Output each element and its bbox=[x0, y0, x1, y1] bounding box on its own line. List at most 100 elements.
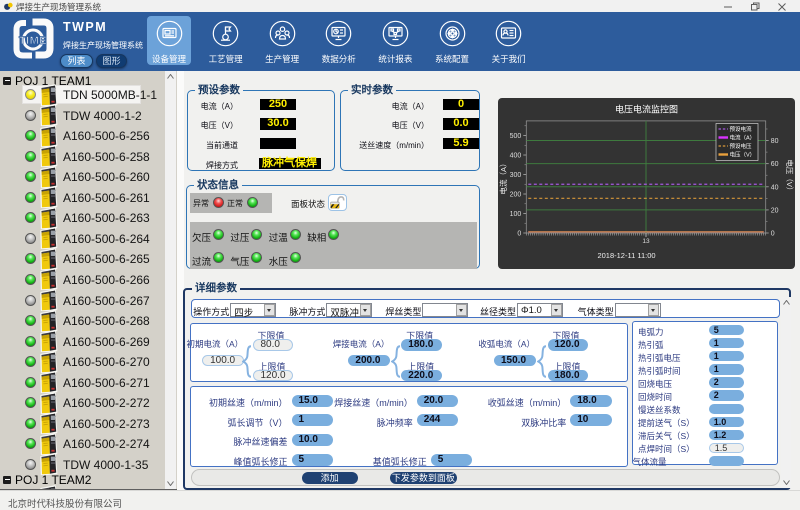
chevron-up-icon bbox=[783, 300, 790, 305]
combo-select-5[interactable] bbox=[615, 303, 661, 317]
close-button[interactable] bbox=[771, 0, 793, 12]
upper-limit-pill[interactable]: 180.0 bbox=[548, 370, 589, 382]
wire-param-pill[interactable]: 1 bbox=[292, 414, 334, 426]
tree-item-A160-500-6-268[interactable]: A160-500-6-268 bbox=[0, 311, 164, 332]
extra-param-pill[interactable]: 5 bbox=[709, 325, 745, 335]
tree-item-A160-500-6-266[interactable]: A160-500-6-266 bbox=[0, 269, 164, 290]
combo-select-4[interactable]: Φ1.0 bbox=[517, 303, 563, 317]
add-button[interactable]: 添加 bbox=[302, 472, 358, 485]
dropdown-arrow-icon[interactable] bbox=[648, 304, 659, 316]
status-led-green bbox=[251, 229, 262, 240]
nav-item-data-analysis[interactable]: 数据分析 bbox=[317, 16, 361, 65]
nav-item-production-manage[interactable]: 生产管理 bbox=[260, 16, 304, 65]
extra-param-pill[interactable]: 1 bbox=[709, 351, 745, 361]
wire-param-pill[interactable]: 5 bbox=[431, 454, 473, 466]
nav-item-label: 生产管理 bbox=[260, 53, 304, 65]
current-value-pill[interactable]: 150.0 bbox=[494, 355, 536, 367]
current-value-pill[interactable]: 200.0 bbox=[348, 355, 390, 367]
scroll-down-button[interactable] bbox=[781, 477, 791, 488]
combo-select-3[interactable] bbox=[422, 303, 468, 317]
extra-param-label: 提前送气（S） bbox=[638, 417, 695, 429]
wire-param-pill[interactable]: 10 bbox=[570, 414, 612, 426]
tree-item-A160-500-6-269[interactable]: A160-500-6-269 bbox=[0, 331, 164, 352]
current-value-pill[interactable]: 100.0 bbox=[202, 355, 244, 367]
tree-item-A160-500-6-258[interactable]: A160-500-6-258 bbox=[0, 146, 164, 167]
wire-param-pill[interactable]: 10.0 bbox=[292, 434, 334, 446]
tree-item-TDN-5000MB-1-1[interactable]: TDN 5000MB-1-1 bbox=[0, 85, 164, 106]
extra-param-pill[interactable]: 2 bbox=[709, 377, 745, 387]
tree-scrollbar[interactable] bbox=[165, 71, 176, 489]
combo-select-1[interactable]: 四步 bbox=[230, 303, 276, 317]
extra-param-pill[interactable]: 2 bbox=[709, 390, 745, 400]
tree-item-A160-500-2-272[interactable]: A160-500-2-272 bbox=[0, 393, 164, 414]
detail-scrollbar[interactable] bbox=[781, 297, 791, 488]
tree-item-A160-500-6-256[interactable]: A160-500-6-256 bbox=[0, 126, 164, 147]
tree-item-A160-500-6-264[interactable]: A160-500-6-264 bbox=[0, 228, 164, 249]
voltage-current-chart: 电压电流监控图010020030040050002040608013电流（A）电… bbox=[498, 98, 795, 269]
wire-param-pill[interactable]: 15.0 bbox=[292, 395, 334, 407]
extra-param-pill[interactable]: 1.5 bbox=[709, 443, 745, 453]
tree-item-TDW-4000-1-2[interactable]: TDW 4000-1-2 bbox=[0, 105, 164, 126]
tree-item-A160-500-6-267[interactable]: A160-500-6-267 bbox=[0, 290, 164, 311]
lower-limit-pill[interactable]: 80.0 bbox=[253, 339, 294, 351]
dropdown-arrow-icon[interactable] bbox=[551, 304, 562, 316]
wire-param-pill[interactable]: 244 bbox=[417, 414, 459, 426]
svg-text:电流（A）: 电流（A） bbox=[730, 134, 756, 142]
status-label: 过压 bbox=[230, 230, 249, 244]
minimize-button[interactable] bbox=[717, 0, 739, 12]
lower-limit-pill[interactable]: 180.0 bbox=[401, 339, 442, 351]
collapse-icon[interactable] bbox=[3, 476, 11, 484]
wire-param-pill[interactable]: 5 bbox=[292, 454, 334, 466]
wire-param-pill[interactable]: 20.0 bbox=[417, 395, 459, 407]
extra-param-pill[interactable]: 1 bbox=[709, 364, 745, 374]
nav-item-about-us[interactable]: 关于我们 bbox=[487, 16, 531, 65]
tree-item-A160-500-6-270[interactable]: A160-500-6-270 bbox=[0, 352, 164, 373]
upper-limit-pill[interactable]: 120.0 bbox=[253, 370, 294, 382]
nav-item-process-manage[interactable]: 工艺管理 bbox=[204, 16, 248, 65]
param-value-display: 5.9 bbox=[443, 138, 479, 150]
extra-param-pill[interactable] bbox=[709, 456, 745, 466]
svg-text:0: 0 bbox=[771, 231, 775, 238]
wire-param-label: 初期丝速（m/min） bbox=[209, 396, 288, 409]
extra-param-pill[interactable]: 1 bbox=[709, 338, 745, 348]
button-strip: 添加 下发参数到面板 bbox=[191, 469, 780, 487]
extra-param-pill[interactable]: 1.2 bbox=[709, 430, 745, 440]
maximize-button[interactable] bbox=[744, 0, 766, 12]
tree-item-A160-500-2-273[interactable]: A160-500-2-273 bbox=[0, 413, 164, 434]
wire-param-label: 峰值弧长修正 bbox=[233, 455, 287, 468]
extra-param-pill[interactable]: 1.0 bbox=[709, 417, 745, 427]
dropdown-arrow-icon[interactable] bbox=[360, 304, 371, 316]
tree-item-label: A160-500-6-256 bbox=[63, 129, 150, 143]
collapse-icon[interactable] bbox=[3, 77, 11, 85]
tree-item-label: TDW 4000-1-2 bbox=[63, 109, 142, 123]
scroll-down-button[interactable] bbox=[165, 478, 176, 489]
dropdown-arrow-icon[interactable] bbox=[264, 304, 275, 316]
scroll-up-button[interactable] bbox=[781, 297, 791, 308]
svg-text:300: 300 bbox=[510, 172, 522, 179]
tree-item-A160-500-6-271[interactable]: A160-500-6-271 bbox=[0, 372, 164, 393]
scroll-up-button[interactable] bbox=[165, 71, 176, 82]
svg-text:200: 200 bbox=[510, 192, 522, 199]
nav-item-device-manage[interactable]: 设备管理 bbox=[147, 16, 191, 65]
param-label: 电流（A） bbox=[201, 101, 238, 112]
tree-led-green bbox=[25, 212, 36, 223]
tree-item-A160-500-6-263[interactable]: A160-500-6-263 bbox=[0, 208, 164, 229]
send-params-button[interactable]: 下发参数到面板 bbox=[390, 472, 457, 485]
tree-item-A160-500-6-260[interactable]: A160-500-6-260 bbox=[0, 167, 164, 188]
tree-item-A160-500-6-265[interactable]: A160-500-6-265 bbox=[0, 249, 164, 270]
wire-param-pill[interactable]: 18.0 bbox=[570, 395, 612, 407]
lower-limit-pill[interactable]: 120.0 bbox=[548, 339, 589, 351]
status-bar: 北京时代科技股份有限公司 bbox=[0, 490, 800, 510]
combo-label: 操作方式 bbox=[187, 305, 229, 318]
upper-limit-pill[interactable]: 220.0 bbox=[401, 370, 442, 382]
combo-select-2[interactable]: 双脉冲 bbox=[326, 303, 372, 317]
tree-item-A160-500-6-261[interactable]: A160-500-6-261 bbox=[0, 187, 164, 208]
tree-item-A160-500-2-274[interactable]: A160-500-2-274 bbox=[0, 434, 164, 455]
welding-machine-icon bbox=[38, 392, 59, 414]
production-manage-icon bbox=[269, 20, 296, 47]
nav-item-statistic-report[interactable]: 统计报表 bbox=[373, 16, 417, 65]
nav-item-system-config[interactable]: 系统配置 bbox=[430, 16, 474, 65]
welding-machine-icon bbox=[38, 289, 59, 311]
extra-param-pill[interactable] bbox=[709, 404, 745, 414]
dropdown-arrow-icon[interactable] bbox=[456, 304, 467, 316]
